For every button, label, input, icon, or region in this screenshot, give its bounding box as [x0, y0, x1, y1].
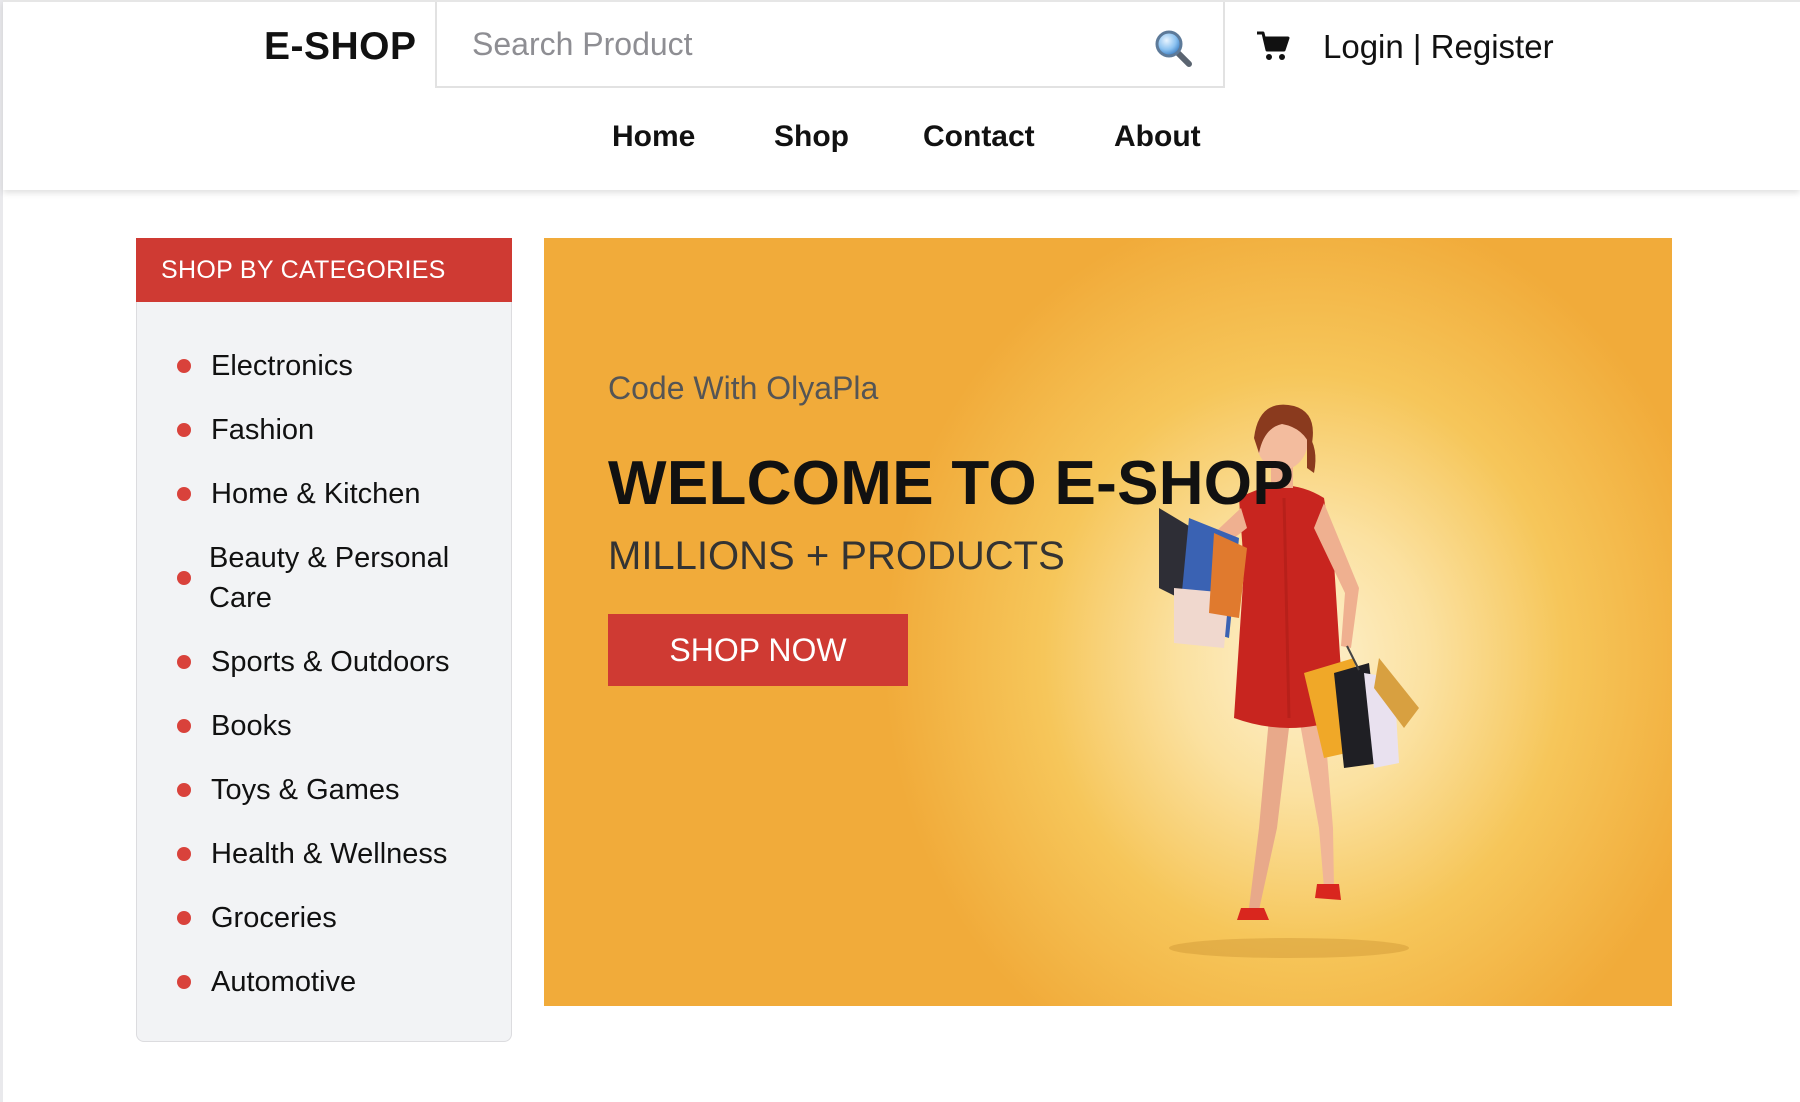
categories-panel: Electronics Fashion Home & Kitchen Beaut…: [136, 302, 512, 1042]
hero-title: WELCOME TO E-SHOP: [608, 449, 1294, 518]
hero-banner: Code With OlyaPla WELCOME TO E-SHOP MILL…: [544, 238, 1672, 1006]
category-item-sports-outdoors[interactable]: Sports & Outdoors: [137, 642, 513, 682]
category-item-beauty-personal-care[interactable]: Beauty & Personal Care: [137, 538, 513, 618]
nav-home[interactable]: Home: [612, 120, 695, 154]
register-link[interactable]: Register: [1431, 28, 1554, 65]
category-bullet-icon: [177, 783, 191, 797]
categories-title: SHOP BY CATEGORIES: [136, 238, 512, 302]
site-header: E-SHOP Login | Register Home Shop Contac…: [3, 0, 1800, 190]
category-item-automotive[interactable]: Automotive: [137, 962, 513, 1002]
hero-subtitle: Code With OlyaPla: [608, 370, 879, 406]
category-label: Sports & Outdoors: [211, 646, 450, 678]
nav-contact[interactable]: Contact: [923, 120, 1035, 154]
category-label: Automotive: [211, 966, 357, 998]
category-item-home-kitchen[interactable]: Home & Kitchen: [137, 474, 513, 514]
category-item-books[interactable]: Books: [137, 706, 513, 746]
search-input[interactable]: [437, 2, 1137, 86]
nav-shop[interactable]: Shop: [774, 120, 849, 154]
category-bullet-icon: [177, 847, 191, 861]
brand-logo[interactable]: E-SHOP: [264, 25, 417, 69]
cart-icon[interactable]: [1255, 28, 1291, 64]
category-bullet-icon: [177, 359, 191, 373]
category-label: Electronics: [211, 350, 353, 382]
category-label: Toys & Games: [211, 774, 400, 806]
category-label: Books: [211, 710, 292, 742]
nav-about[interactable]: About: [1114, 120, 1201, 154]
category-label: Home & Kitchen: [211, 478, 421, 510]
category-label: Fashion: [211, 414, 315, 446]
category-item-groceries[interactable]: Groceries: [137, 898, 513, 938]
search-icon[interactable]: [1153, 28, 1193, 68]
category-item-health-wellness[interactable]: Health & Wellness: [137, 834, 513, 874]
search-bar: [435, 2, 1225, 88]
category-bullet-icon: [177, 571, 191, 585]
auth-links: Login | Register: [1323, 28, 1554, 66]
hero-tagline: MILLIONS + PRODUCTS: [608, 534, 1065, 578]
category-bullet-icon: [177, 487, 191, 501]
category-item-electronics[interactable]: Electronics: [137, 346, 513, 386]
category-label: Health & Wellness: [211, 838, 448, 870]
category-bullet-icon: [177, 719, 191, 733]
category-label: Groceries: [211, 902, 337, 934]
category-item-toys-games[interactable]: Toys & Games: [137, 770, 513, 810]
main-nav: Home Shop Contact About: [3, 120, 1800, 164]
category-bullet-icon: [177, 423, 191, 437]
category-item-fashion[interactable]: Fashion: [137, 410, 513, 450]
category-bullet-icon: [177, 911, 191, 925]
category-bullet-icon: [177, 975, 191, 989]
category-label: Beauty & Personal Care: [209, 542, 450, 614]
shop-now-button[interactable]: SHOP NOW: [608, 614, 908, 686]
auth-separator: |: [1403, 28, 1431, 65]
category-bullet-icon: [177, 655, 191, 669]
login-link[interactable]: Login: [1323, 28, 1404, 65]
